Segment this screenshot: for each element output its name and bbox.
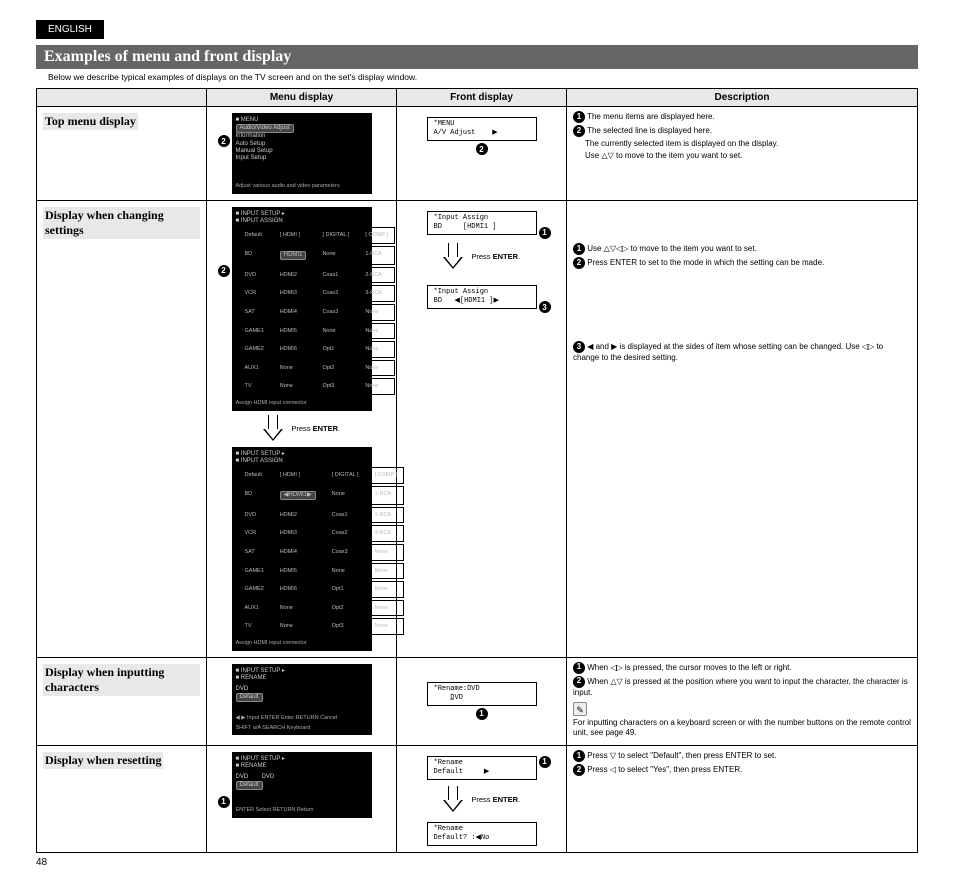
annot-if1: 1: [476, 708, 488, 720]
front-display-top: *MENU A/V Adjust ▶: [427, 117, 537, 141]
section-intro: Below we describe typical examples of di…: [48, 72, 918, 82]
front-display-reset-2: *Rename Default? :◀No: [427, 822, 537, 846]
col-desc: Description: [567, 89, 918, 107]
desc-top-1: The menu items are displayed here.: [587, 112, 715, 121]
language-tab: ENGLISH: [36, 20, 104, 39]
desc-in-2: When △▽ is pressed at the position where…: [573, 677, 908, 697]
front-display-input: *Rename:DVD D̲VD: [427, 682, 537, 706]
col-front: Front display: [397, 89, 567, 107]
menu-screenshot-reset: ■ INPUT SETUP ▸ ■ RENAME DVD DVD Default…: [232, 752, 372, 818]
annot-c2: 2: [218, 265, 230, 277]
menu-screenshot-input: ■ INPUT SETUP ▸ ■ RENAME DVD Default ◀ ▶…: [232, 664, 372, 736]
row-changing-label: Display when changing settings: [43, 207, 200, 239]
desc-chg-2: Press ENTER to set to the mode in which …: [587, 258, 824, 267]
annot-rf1: 1: [539, 756, 551, 768]
arrow-down-icon: [443, 243, 463, 271]
press-enter-2: Press ENTER.: [471, 252, 520, 261]
press-enter-1: Press ENTER.: [291, 424, 340, 433]
desc-rs-2: Press ◁ to select "Yes", then press ENTE…: [587, 765, 742, 774]
row-reset-label: Display when resetting: [43, 752, 163, 769]
menu-screenshot-changing-1: ■ INPUT SETUP ▸ ■ INPUT ASSIGN Default[ …: [232, 207, 372, 411]
annot-cf1: 1: [539, 227, 551, 239]
front-display-changing-2: *Input Assign BD ◀[HDMI1 ]▶: [427, 285, 537, 309]
front-display-changing-1: *Input Assign BD [HDMI1 ]: [427, 211, 537, 235]
col-menu: Menu display: [207, 89, 397, 107]
front-display-reset-1: *Rename Default ▶: [427, 756, 537, 780]
annot-2b: 2: [476, 143, 488, 155]
press-enter-3: Press ENTER.: [471, 795, 520, 804]
annot-cf3: 3: [539, 301, 551, 313]
desc-chg-3: ◀ and ▶ is displayed at the sides of ite…: [573, 342, 883, 362]
main-table: Menu display Front display Description T…: [36, 88, 918, 853]
annot-2: 2: [218, 135, 230, 147]
desc-top-2: The selected line is displayed here.: [587, 126, 712, 135]
arrow-down-icon: [443, 786, 463, 814]
row-input-label: Display when inputting characters: [43, 664, 200, 696]
section-title: Examples of menu and front display: [36, 45, 918, 69]
desc-top-4: Use △▽ to move to the item you want to s…: [573, 151, 911, 161]
desc-chg-1: Use △▽◁▷ to move to the item you want to…: [587, 244, 757, 253]
desc-rs-1: Press ▽ to select "Default", then press …: [587, 751, 776, 760]
annot-r1: 1: [218, 796, 230, 808]
row-top-label: Top menu display: [43, 113, 138, 130]
pencil-icon: ✎: [573, 702, 587, 716]
col-blank: [37, 89, 207, 107]
page-number: 48: [36, 857, 918, 868]
desc-top-3: The currently selected item is displayed…: [573, 139, 911, 149]
desc-in-1: When ◁▷ is pressed, the cursor moves to …: [587, 663, 791, 672]
menu-screenshot-top: ■ MENU Audio/Video Adjust Information Au…: [232, 113, 372, 194]
menu-screenshot-changing-2: ■ INPUT SETUP ▸ ■ INPUT ASSIGN Default[ …: [232, 447, 372, 651]
desc-in-3: For inputting characters on a keyboard s…: [573, 718, 911, 739]
arrow-down-icon: [263, 415, 283, 443]
